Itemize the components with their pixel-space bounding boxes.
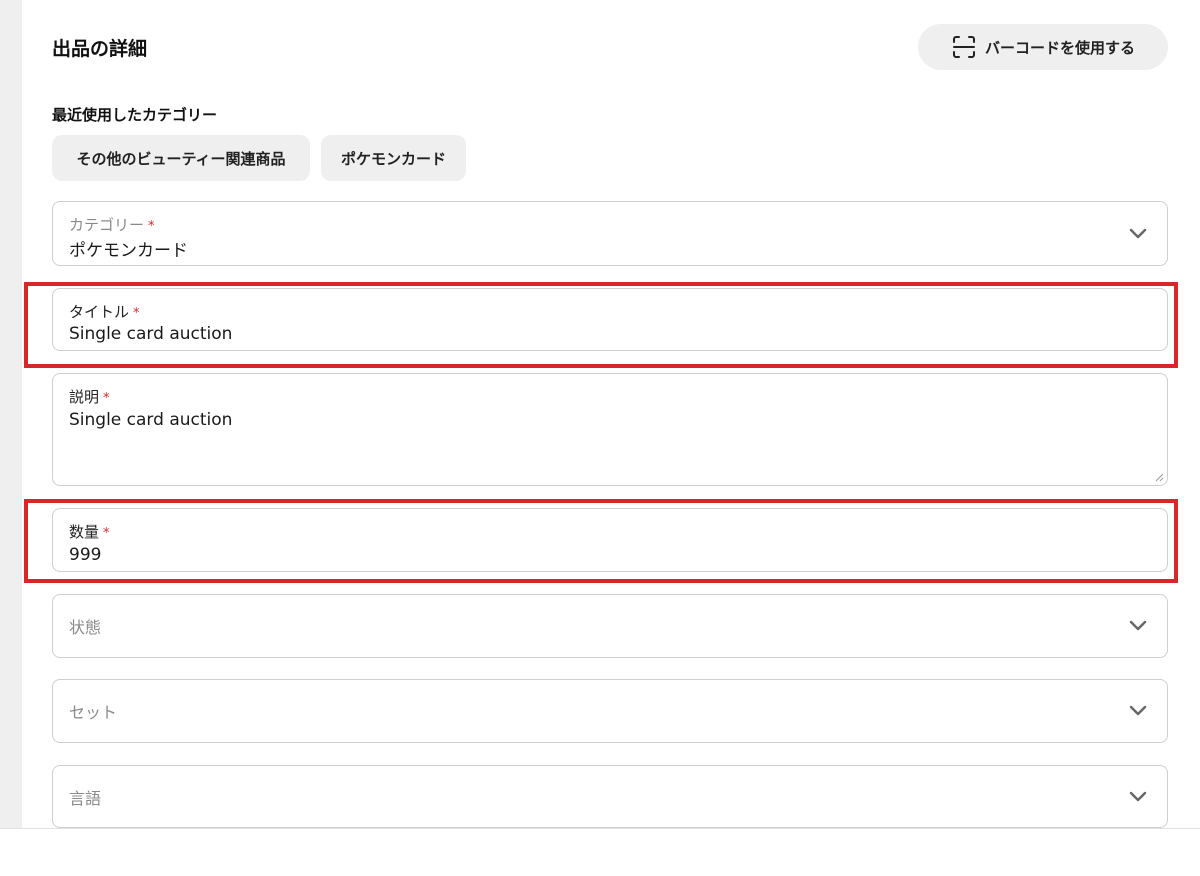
title-label: タイトル * (69, 303, 140, 321)
page-title: 出品の詳細 (52, 38, 148, 60)
required-mark: * (133, 306, 140, 321)
set-placeholder: セット (69, 703, 118, 722)
category-value: ポケモンカード (69, 241, 188, 261)
title-value: Single card auction (69, 324, 233, 344)
title-input[interactable]: タイトル * Single card auction (52, 288, 1168, 351)
divider (0, 828, 1200, 829)
chevron-down-icon (1129, 705, 1147, 716)
recent-category-chip[interactable]: その他のビューティー関連商品 (52, 135, 310, 181)
use-barcode-button[interactable]: バーコードを使用する (918, 24, 1168, 70)
description-value: Single card auction (69, 410, 233, 430)
quantity-label: 数量 * (69, 523, 110, 541)
condition-select[interactable]: 状態 (52, 594, 1168, 658)
use-barcode-label: バーコードを使用する (984, 38, 1135, 57)
quantity-value: 999 (69, 545, 102, 565)
left-gutter (0, 0, 22, 828)
resize-grip-icon[interactable] (1154, 472, 1164, 482)
condition-placeholder: 状態 (69, 618, 102, 637)
language-select[interactable]: 言語 (52, 765, 1168, 828)
description-textarea[interactable]: 説明 * Single card auction (52, 373, 1168, 486)
barcode-scan-icon (952, 36, 975, 58)
language-placeholder: 言語 (69, 788, 102, 808)
category-label: カテゴリー * (69, 216, 155, 234)
set-select[interactable]: セット (52, 679, 1168, 743)
recent-category-chip[interactable]: ポケモンカード (321, 135, 466, 181)
chevron-down-icon (1129, 620, 1147, 631)
required-mark: * (103, 526, 110, 541)
required-mark: * (103, 391, 110, 406)
quantity-input[interactable]: 数量 * 999 (52, 508, 1168, 572)
description-label: 説明 * (69, 388, 110, 406)
required-mark: * (148, 219, 155, 234)
chevron-down-icon (1129, 228, 1147, 238)
chevron-down-icon (1129, 791, 1147, 801)
category-select[interactable]: カテゴリー * ポケモンカード (52, 201, 1168, 266)
recent-categories-label: 最近使用したカテゴリー (52, 106, 218, 124)
